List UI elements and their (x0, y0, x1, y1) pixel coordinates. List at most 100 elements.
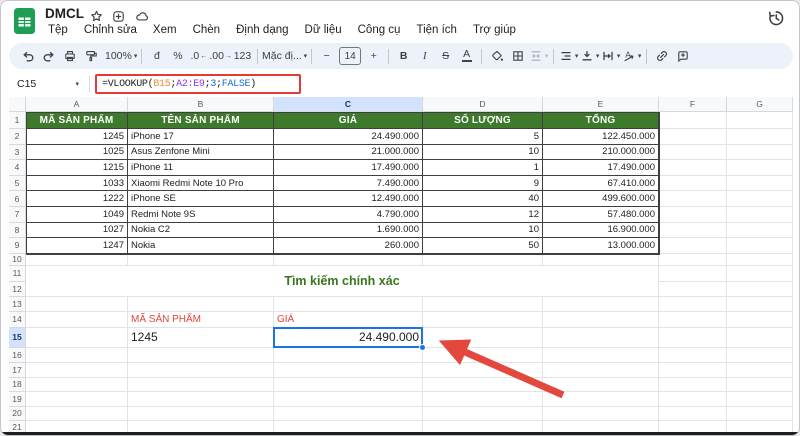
column-header-F[interactable]: F (659, 97, 727, 112)
cell-F19[interactable] (659, 391, 727, 407)
cell-F8[interactable] (659, 222, 727, 239)
cell-D6[interactable]: 40 (423, 191, 543, 207)
cell-A13[interactable] (26, 296, 128, 312)
cell-C17[interactable] (274, 362, 423, 378)
text-rotation-icon[interactable]: A ▾ (621, 46, 642, 66)
cell-A15[interactable] (26, 327, 128, 348)
row-header-12[interactable]: 12 (9, 281, 26, 297)
row-header-18[interactable]: 18 (9, 377, 26, 392)
cell-D1[interactable]: SỐ LƯỢNG (423, 112, 543, 129)
cell-D20[interactable] (423, 406, 543, 421)
row-header-5[interactable]: 5 (9, 175, 26, 192)
cell-E7[interactable]: 57.480.000 (543, 207, 659, 223)
cell-G15[interactable] (727, 327, 793, 348)
menu-item-edit[interactable]: Chỉnh sửa (77, 22, 144, 38)
cell-A18[interactable] (26, 377, 128, 392)
cell-A7[interactable]: 1049 (26, 207, 128, 223)
menu-item-insert[interactable]: Chèn (186, 22, 228, 38)
cell-C5[interactable]: 7.490.000 (274, 175, 423, 192)
currency-format-button[interactable]: đ (146, 46, 167, 66)
cell-D3[interactable]: 10 (423, 144, 543, 161)
row-header-11[interactable]: 11 (9, 265, 26, 282)
cell-F12[interactable] (659, 281, 727, 297)
cell-F14[interactable] (659, 311, 727, 328)
row-header-3[interactable]: 3 (9, 144, 26, 161)
cell-C9[interactable]: 260.000 (274, 238, 423, 254)
menu-item-data[interactable]: Dữ liệu (298, 22, 349, 38)
cell-B20[interactable] (128, 406, 274, 421)
row-header-2[interactable]: 2 (9, 129, 26, 145)
cell-G18[interactable] (727, 377, 793, 392)
cell-A5[interactable]: 1033 (26, 175, 128, 192)
menu-item-file[interactable]: Tệp (41, 22, 75, 38)
cell-B4[interactable]: iPhone 11 (128, 160, 274, 176)
cell-F10[interactable] (659, 253, 727, 266)
insert-link-icon[interactable] (651, 46, 672, 66)
row-header-14[interactable]: 14 (9, 311, 26, 328)
text-wrap-icon[interactable]: ▾ (600, 46, 621, 66)
column-header-D[interactable]: D (423, 97, 543, 112)
cell-A4[interactable]: 1215 (26, 160, 128, 176)
borders-icon[interactable] (507, 46, 528, 66)
decrease-decimal-button[interactable]: .0 ← (188, 46, 209, 66)
cell-F15[interactable] (659, 327, 727, 348)
row-header-19[interactable]: 19 (9, 391, 26, 407)
cell-F4[interactable] (659, 160, 727, 176)
cell-G20[interactable] (727, 406, 793, 421)
cell-F9[interactable] (659, 238, 727, 254)
row-header-1[interactable]: 1 (9, 112, 26, 129)
cell-C19[interactable] (274, 391, 423, 407)
row-header-13[interactable]: 13 (9, 296, 26, 312)
strikethrough-button[interactable]: S (435, 46, 456, 66)
cell-D18[interactable] (423, 377, 543, 392)
cell-G7[interactable] (727, 207, 793, 223)
cell-G3[interactable] (727, 144, 793, 161)
cell-B13[interactable] (128, 296, 274, 312)
bold-button[interactable]: B (393, 46, 414, 66)
cell-D5[interactable]: 9 (423, 175, 543, 192)
cell-B3[interactable]: Asus Zenfone Mini (128, 144, 274, 161)
cell-D15[interactable] (423, 327, 543, 348)
italic-button[interactable]: I (414, 46, 435, 66)
cell-G1[interactable] (727, 112, 793, 129)
column-header-B[interactable]: B (128, 97, 274, 112)
font-size-input[interactable]: 14 (339, 47, 362, 65)
cell-E3[interactable]: 210.000.000 (543, 144, 659, 161)
cell-A16[interactable] (26, 347, 128, 363)
cell-D2[interactable]: 5 (423, 129, 543, 145)
cell-F11[interactable] (659, 265, 727, 282)
cell-B8[interactable]: Nokia C2 (128, 222, 274, 239)
cell-D7[interactable]: 12 (423, 207, 543, 223)
cell-A10[interactable] (26, 253, 128, 266)
cell-D19[interactable] (423, 391, 543, 407)
cell-F18[interactable] (659, 377, 727, 392)
name-box[interactable]: C15 ▾ (9, 78, 85, 90)
cell-A6[interactable]: 1222 (26, 191, 128, 207)
fill-handle[interactable] (419, 343, 426, 351)
cell-E4[interactable]: 17.490.000 (543, 160, 659, 176)
cell-E2[interactable]: 122.450.000 (543, 129, 659, 145)
cell-C20[interactable] (274, 406, 423, 421)
cell-D10[interactable] (423, 253, 543, 266)
menu-item-tools[interactable]: Công cụ (351, 22, 408, 38)
insert-comment-icon[interactable] (672, 46, 693, 66)
document-title[interactable]: DMCL (45, 6, 84, 21)
row-header-15[interactable]: 15 (9, 327, 26, 348)
cell-E8[interactable]: 16.900.000 (543, 222, 659, 239)
cell-B9[interactable]: Nokia (128, 238, 274, 254)
cell-G6[interactable] (727, 191, 793, 207)
text-color-button[interactable]: A (456, 46, 477, 66)
row-header-10[interactable]: 10 (9, 253, 26, 266)
cell-G9[interactable] (727, 238, 793, 254)
sheets-logo-icon[interactable] (13, 7, 36, 40)
cell-B16[interactable] (128, 347, 274, 363)
fill-color-icon[interactable] (486, 46, 507, 66)
cell-G16[interactable] (727, 347, 793, 363)
paint-format-icon[interactable] (80, 46, 101, 66)
cell-A3[interactable]: 1025 (26, 144, 128, 161)
cell-E16[interactable] (543, 347, 659, 363)
vertical-align-icon[interactable]: ▾ (579, 46, 600, 66)
cell-C7[interactable]: 4.790.000 (274, 207, 423, 223)
cell-F17[interactable] (659, 362, 727, 378)
percent-format-button[interactable]: % (167, 46, 188, 66)
